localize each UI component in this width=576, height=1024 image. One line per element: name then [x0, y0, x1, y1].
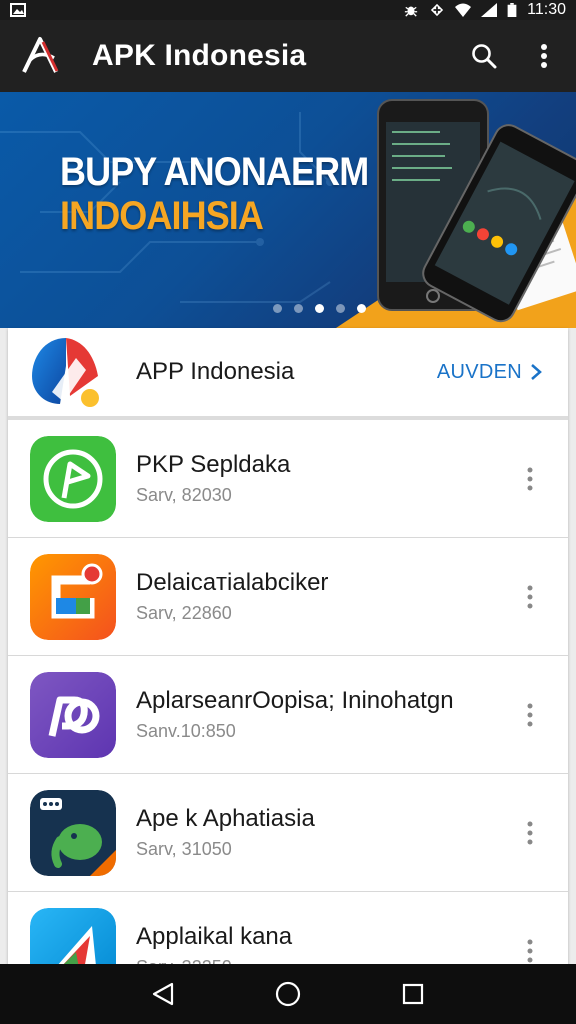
app-icon-elephant — [30, 789, 116, 876]
pager-dot-active[interactable] — [314, 304, 324, 313]
item-more-button[interactable] — [510, 449, 550, 509]
app-title: APK Indonesia — [92, 39, 307, 72]
wifi-icon — [455, 3, 472, 17]
app-info: PKP Sepldaka Sarv, 82030 — [136, 451, 510, 506]
app-toolbar: APK Indonesia — [0, 20, 576, 92]
app-list-item[interactable]: PKP Sepldaka Sarv, 82030 — [8, 420, 568, 538]
promo-banner[interactable]: BUPY ANONAERM INDOAIHSIA — [0, 92, 576, 328]
system-nav-bar — [0, 964, 576, 1024]
image-notification-icon — [10, 3, 26, 17]
app-icon-purple — [30, 671, 116, 758]
pager-dot[interactable] — [293, 304, 303, 313]
see-more-link[interactable]: AUVDEN — [437, 361, 542, 384]
home-button[interactable] — [264, 970, 312, 1018]
item-more-button[interactable] — [510, 567, 550, 627]
app-icon-green — [30, 435, 116, 522]
app-meta: Sarv, 22860 — [136, 603, 232, 623]
app-name: AplarseanrOopisa; Ininohatgn — [136, 687, 454, 714]
back-triangle-icon — [152, 982, 173, 1006]
overflow-menu-button[interactable] — [520, 32, 568, 80]
data-saver-icon — [431, 3, 444, 17]
banner-subheadline: INDOAIHSIA — [60, 194, 264, 238]
app-name: Applaikal kana — [136, 923, 293, 950]
recents-button[interactable] — [389, 970, 437, 1018]
more-vert-icon — [527, 703, 533, 726]
status-bar: 11:30 — [0, 0, 576, 20]
app-list-item[interactable]: Delaicaтialabciker Sarv, 22860 — [8, 538, 568, 656]
app-logo-icon — [22, 37, 59, 73]
phones-illustration — [377, 99, 576, 323]
search-icon — [472, 44, 497, 69]
bug-icon — [405, 6, 418, 17]
more-vert-icon — [527, 585, 533, 608]
banner-headline: BUPY ANONAERM — [60, 150, 369, 194]
app-indonesia-logo-icon — [32, 338, 99, 407]
item-more-button[interactable] — [510, 803, 550, 863]
more-vert-icon — [541, 44, 547, 68]
chevron-right-icon — [531, 364, 542, 380]
app-list-item[interactable]: AplarseanrOopisa; Ininohatgn Sanv.10:850 — [8, 656, 568, 774]
app-info: Delaicaтialabciker Sarv, 22860 — [136, 569, 510, 624]
more-vert-icon — [527, 821, 533, 844]
app-list-card: APP Indonesia AUVDEN PKP Sepldaka Sarv, … — [8, 328, 568, 968]
home-circle-icon — [275, 981, 301, 1007]
pager-dot[interactable] — [335, 304, 345, 313]
item-more-button[interactable] — [510, 921, 550, 969]
banner-pager — [0, 304, 576, 313]
see-more-label: AUVDEN — [436, 360, 522, 383]
more-vert-icon — [527, 467, 533, 490]
status-time: 11:30 — [527, 1, 566, 18]
pager-dot[interactable] — [356, 304, 366, 313]
app-meta: Sanv.10:850 — [136, 721, 236, 741]
app-name: Ape k Aphatiasia — [136, 805, 315, 832]
battery-icon — [507, 3, 517, 17]
app-meta: Sarv, 31050 — [136, 839, 232, 859]
app-info: AplarseanrOopisa; Ininohatgn Sanv.10:850 — [136, 687, 510, 742]
item-more-button[interactable] — [510, 685, 550, 745]
signal-icon — [481, 3, 498, 17]
pager-dot[interactable] — [272, 304, 282, 313]
app-name: PKP Sepldaka — [136, 451, 291, 478]
app-name: Delaicaтialabciker — [136, 569, 329, 596]
app-icon-orange — [30, 553, 116, 640]
app-info: Ape k Aphatiasia Sarv, 31050 — [136, 805, 510, 860]
screen: 11:30 APK Indonesia BUPY ANONAERM INDOAI… — [0, 0, 576, 1024]
more-vert-icon — [527, 939, 533, 962]
app-list-item[interactable]: Ape k Aphatiasia Sarv, 31050 — [8, 774, 568, 892]
recents-square-icon — [403, 983, 424, 1005]
app-meta: Sarv, 82030 — [136, 485, 232, 505]
app-list-item[interactable]: Applaikal kana Sarv, 32250 — [8, 892, 568, 968]
back-button[interactable] — [139, 970, 187, 1018]
list-header-title: APP Indonesia — [136, 358, 295, 385]
app-info: Applaikal kana Sarv, 32250 — [136, 923, 510, 968]
list-header[interactable]: APP Indonesia AUVDEN — [8, 328, 568, 420]
app-icon-blue — [30, 907, 116, 968]
search-button[interactable] — [460, 32, 508, 80]
